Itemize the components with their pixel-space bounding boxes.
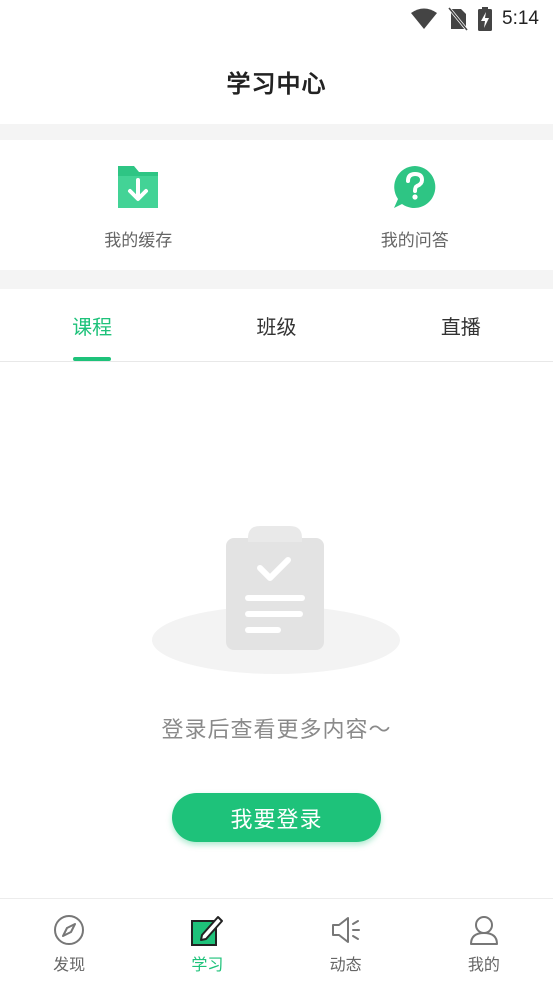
status-icons: 5:14 bbox=[410, 6, 539, 32]
nav-discover[interactable]: 发现 bbox=[0, 899, 138, 983]
page-title: 学习中心 bbox=[226, 69, 327, 98]
nav-profile[interactable]: 我的 bbox=[415, 899, 553, 983]
question-bubble-icon bbox=[393, 166, 436, 208]
user-icon bbox=[469, 916, 498, 945]
shortcut-row: 我的缓存 我的问答 bbox=[0, 140, 553, 270]
battery-charging-icon bbox=[478, 7, 493, 31]
login-button[interactable]: 我要登录 bbox=[172, 793, 381, 842]
active-tab-indicator bbox=[73, 357, 112, 361]
wifi-icon bbox=[411, 8, 438, 29]
empty-message: 登录后查看更多内容～ bbox=[161, 718, 392, 743]
nav-discover-label: 发现 bbox=[53, 955, 86, 974]
no-sim-icon bbox=[448, 7, 469, 31]
clipboard-check-icon bbox=[152, 526, 400, 674]
my-qa-label: 我的问答 bbox=[380, 231, 449, 251]
nav-study[interactable]: 学习 bbox=[138, 899, 276, 983]
my-qa-button[interactable]: 我的问答 bbox=[277, 140, 553, 270]
content-tabs: 课程 班级 直播 bbox=[0, 289, 553, 362]
section-separator bbox=[0, 270, 553, 289]
nav-profile-label: 我的 bbox=[467, 955, 500, 974]
my-cache-button[interactable]: 我的缓存 bbox=[0, 140, 277, 270]
nav-activity-label: 动态 bbox=[329, 955, 362, 974]
my-cache-label: 我的缓存 bbox=[104, 231, 173, 251]
compass-icon bbox=[54, 915, 85, 945]
tab-classes-label: 班级 bbox=[256, 314, 297, 339]
speaker-icon bbox=[331, 917, 360, 943]
tab-courses-label: 课程 bbox=[72, 314, 113, 339]
nav-activity[interactable]: 动态 bbox=[277, 899, 415, 983]
tab-live[interactable]: 直播 bbox=[369, 289, 553, 361]
status-bar: 5:14 bbox=[0, 0, 553, 38]
download-folder-icon bbox=[118, 166, 159, 208]
tab-classes[interactable]: 班级 bbox=[184, 289, 368, 361]
tab-live-label: 直播 bbox=[440, 314, 481, 339]
bottom-nav: 发现 学习 动态 我的 bbox=[0, 898, 553, 983]
study-pen-icon bbox=[191, 916, 224, 946]
header: 学习中心 bbox=[0, 38, 553, 124]
status-time: 5:14 bbox=[502, 8, 539, 29]
section-separator bbox=[0, 124, 553, 140]
tab-courses[interactable]: 课程 bbox=[0, 289, 184, 361]
empty-state: 登录后查看更多内容～ 我要登录 bbox=[0, 362, 553, 898]
nav-study-label: 学习 bbox=[191, 955, 224, 974]
